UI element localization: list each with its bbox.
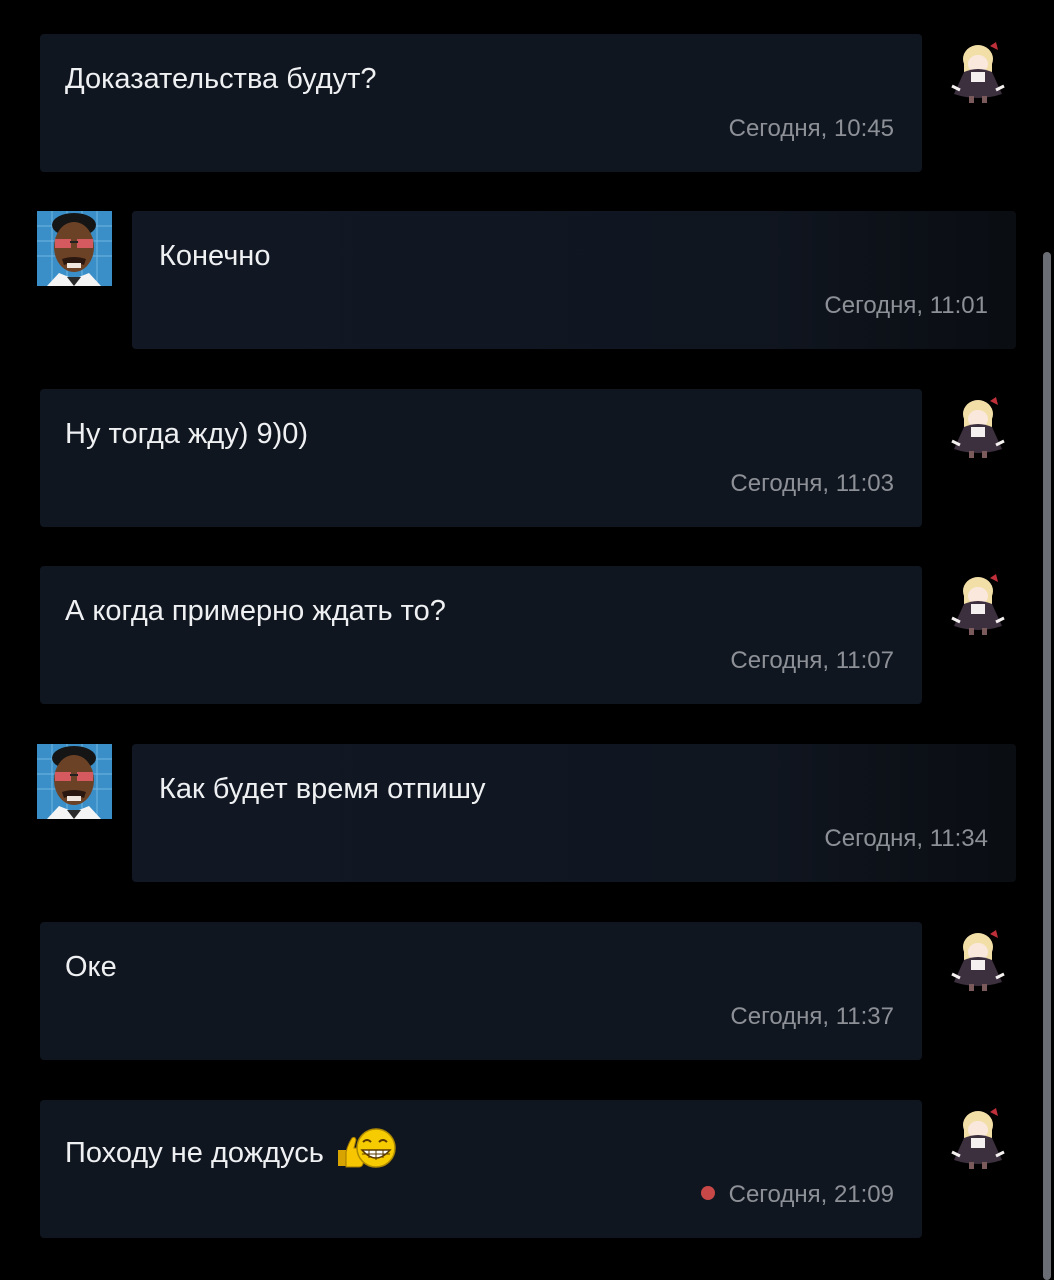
message-text: А когда примерно ждать то? — [65, 595, 446, 627]
man-sunglasses-avatar-icon[interactable] — [37, 211, 112, 286]
message-timestamp: Сегодня, 11:01 — [824, 292, 988, 319]
message-bubble[interactable]: Доказательства будут? Сегодня, 10:45 — [40, 34, 922, 172]
anime-girl-avatar-icon[interactable] — [950, 930, 1006, 992]
message-timestamp: Сегодня, 10:45 — [728, 115, 894, 142]
message-row: Конечно Сегодня, 11:01 — [0, 211, 1040, 351]
message-text: Оке — [65, 951, 117, 983]
message-timestamp-text: Сегодня, 21:09 — [728, 1181, 894, 1208]
scrollbar[interactable] — [1040, 0, 1054, 1280]
message-row: Доказательства будут? Сегодня, 10:45 — [0, 34, 1040, 174]
message-row: Оке Сегодня, 11:37 — [0, 922, 1040, 1062]
message-text: Походу не дождусь — [65, 1128, 396, 1170]
message-bubble[interactable]: Конечно Сегодня, 11:01 — [132, 211, 1016, 349]
message-text-content: Походу не дождусь — [65, 1137, 324, 1169]
message-timestamp: Сегодня, 11:07 — [730, 647, 894, 674]
message-text: Доказательства будут? — [65, 63, 377, 95]
message-timestamp: Сегодня, 11:37 — [730, 1003, 894, 1030]
unread-indicator-icon — [700, 1186, 715, 1200]
message-row: Как будет время отпишу Сегодня, 11:34 — [0, 744, 1040, 884]
message-bubble[interactable]: Походу не дождусь Сегодня, 21:09 — [40, 1100, 922, 1238]
anime-girl-avatar-icon[interactable] — [950, 574, 1006, 636]
anime-girl-avatar-icon[interactable] — [950, 1108, 1006, 1170]
man-sunglasses-avatar-icon[interactable] — [37, 744, 112, 819]
scrollbar-thumb[interactable] — [1043, 252, 1051, 1280]
message-row: Походу не дождусь Сегодня, 21:09 — [0, 1100, 1040, 1240]
message-timestamp: Сегодня, 11:34 — [824, 825, 988, 852]
message-bubble[interactable]: А когда примерно ждать то? Сегодня, 11:0… — [40, 566, 922, 704]
anime-girl-avatar-icon[interactable] — [950, 397, 1006, 459]
message-row: Ну тогда жду) 9)0) Сегодня, 11:03 — [0, 389, 1040, 529]
message-row: А когда примерно ждать то? Сегодня, 11:0… — [0, 566, 1040, 706]
message-text: Как будет время отпишу — [159, 773, 486, 805]
message-bubble[interactable]: Ну тогда жду) 9)0) Сегодня, 11:03 — [40, 389, 922, 527]
message-timestamp: Сегодня, 11:03 — [730, 470, 894, 497]
message-bubble[interactable]: Оке Сегодня, 11:37 — [40, 922, 922, 1060]
chat-message-list: Доказательства будут? Сегодня, 10:45 Кон… — [0, 0, 1054, 1280]
thumbs-up-grin-emoji-icon — [337, 1128, 396, 1168]
message-text: Ну тогда жду) 9)0) — [65, 418, 309, 450]
message-bubble[interactable]: Как будет время отпишу Сегодня, 11:34 — [132, 744, 1016, 882]
message-timestamp: Сегодня, 21:09 — [700, 1180, 894, 1210]
message-text: Конечно — [159, 240, 271, 272]
anime-girl-avatar-icon[interactable] — [950, 42, 1006, 104]
